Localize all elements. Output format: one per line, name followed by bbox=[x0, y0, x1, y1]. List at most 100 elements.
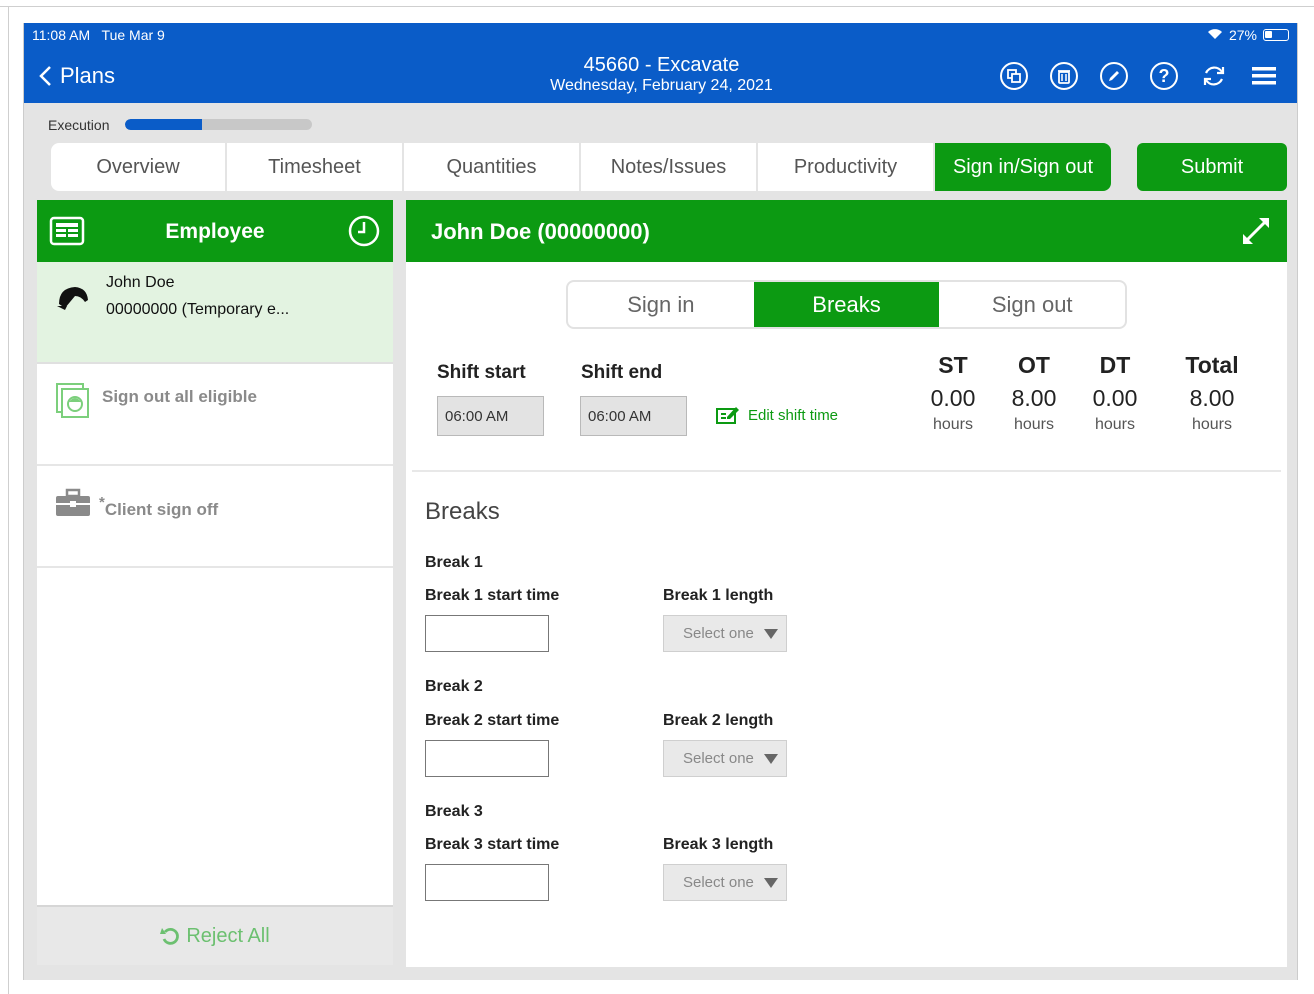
break-1-length-value: Select one bbox=[683, 625, 754, 642]
copy-icon[interactable] bbox=[999, 61, 1029, 91]
employee-panel-title: Employee bbox=[165, 220, 265, 243]
menu-icon[interactable] bbox=[1249, 61, 1279, 91]
stat-total-unit: hours bbox=[1191, 416, 1233, 433]
segment-sign-in[interactable]: Sign in bbox=[568, 282, 754, 327]
app-header: 11:08 AM Tue Mar 9 27% Plans 45660 - Exc… bbox=[24, 23, 1297, 103]
outer-border-left bbox=[8, 6, 9, 994]
break-1-heading: Break 1 bbox=[425, 554, 483, 571]
submit-button[interactable]: Submit bbox=[1137, 143, 1287, 191]
break-1-length-select[interactable]: Select one bbox=[663, 615, 787, 652]
app-frame: 11:08 AM Tue Mar 9 27% Plans 45660 - Exc… bbox=[23, 23, 1298, 980]
tab-overview[interactable]: Overview bbox=[51, 143, 227, 191]
battery-icon bbox=[1263, 29, 1289, 41]
stat-total: Total 8.00 hours bbox=[1172, 352, 1252, 434]
tab-quantities[interactable]: Quantities bbox=[404, 143, 581, 191]
status-time: 11:08 AM Tue Mar 9 bbox=[32, 27, 165, 43]
break-2-length-value: Select one bbox=[683, 750, 754, 767]
breaks-section-title: Breaks bbox=[425, 498, 500, 525]
help-icon[interactable]: ? bbox=[1149, 61, 1179, 91]
undo-icon bbox=[160, 927, 180, 945]
sign-mode-segmented-control: Sign in Breaks Sign out bbox=[566, 280, 1127, 329]
stat-ot-value: 8.00 bbox=[1011, 385, 1057, 411]
stat-ot-label: OT bbox=[1018, 352, 1050, 378]
status-indicators: 27% bbox=[1207, 27, 1289, 43]
employee-detail-header: John Doe (00000000) bbox=[406, 200, 1287, 262]
shift-start-field[interactable]: 06:00 AM bbox=[437, 396, 544, 436]
execution-progress-fill bbox=[125, 119, 202, 130]
execution-label: Execution bbox=[48, 117, 110, 133]
wifi-icon bbox=[1207, 27, 1223, 43]
employee-detail-title: John Doe (00000000) bbox=[431, 219, 650, 244]
break-3-length-value: Select one bbox=[683, 874, 754, 891]
break-2-heading: Break 2 bbox=[425, 678, 483, 695]
dropdown-arrow-icon bbox=[764, 877, 778, 888]
stat-ot-unit: hours bbox=[1013, 416, 1055, 433]
tab-timesheet[interactable]: Timesheet bbox=[227, 143, 404, 191]
dropdown-arrow-icon bbox=[764, 628, 778, 639]
hard-hat-icon bbox=[55, 282, 91, 317]
shift-end-field[interactable]: 06:00 AM bbox=[580, 396, 687, 436]
reject-all-label: Reject All bbox=[186, 924, 270, 947]
break-3-length-select[interactable]: Select one bbox=[663, 864, 787, 901]
edit-shift-time-label: Edit shift time bbox=[748, 406, 839, 424]
stat-st-unit: hours bbox=[932, 416, 974, 433]
employee-detail-panel: John Doe (00000000) Sign in Breaks Sign … bbox=[406, 200, 1287, 967]
expand-icon[interactable] bbox=[1239, 214, 1273, 253]
execution-progress-bar bbox=[125, 119, 312, 130]
sign-out-all-eligible-button[interactable]: Sign out all eligible bbox=[37, 364, 393, 466]
tab-productivity[interactable]: Productivity bbox=[758, 143, 935, 191]
client-sign-off-button[interactable]: *Client sign off bbox=[37, 466, 393, 568]
stat-dt-label: DT bbox=[1099, 352, 1131, 378]
briefcase-icon bbox=[55, 488, 91, 523]
stat-st-value: 0.00 bbox=[930, 385, 976, 411]
stat-total-value: 8.00 bbox=[1189, 385, 1235, 411]
sign-out-all-label: Sign out all eligible bbox=[102, 387, 257, 406]
break-1-length-label: Break 1 length bbox=[663, 587, 774, 604]
employee-panel-header: Employee bbox=[37, 200, 393, 262]
employee-panel: Employee John Doe 00000000 (Temporary e.… bbox=[37, 200, 393, 965]
refresh-icon[interactable] bbox=[1199, 61, 1229, 91]
edit-note-icon bbox=[716, 407, 739, 424]
reject-all-button[interactable]: Reject All bbox=[37, 905, 393, 965]
break-2-length-select[interactable]: Select one bbox=[663, 740, 787, 777]
stat-dt-unit: hours bbox=[1094, 416, 1136, 433]
break-1-start-label: Break 1 start time bbox=[425, 587, 560, 604]
segment-breaks[interactable]: Breaks bbox=[753, 282, 940, 327]
stat-total-label: Total bbox=[1185, 352, 1239, 378]
outer-border-top bbox=[0, 6, 1314, 7]
stat-st-label: ST bbox=[938, 352, 968, 378]
employee-name: John Doe bbox=[106, 274, 175, 291]
stat-ot: OT 8.00 hours bbox=[994, 352, 1074, 434]
break-3-length-label: Break 3 length bbox=[663, 836, 774, 853]
clock-icon[interactable] bbox=[347, 214, 381, 253]
required-asterisk: * bbox=[99, 494, 105, 511]
client-sign-off-label: Client sign off bbox=[104, 500, 219, 519]
break-1-start-input[interactable] bbox=[425, 615, 549, 652]
employee-id: 00000000 (Temporary e... bbox=[106, 301, 290, 318]
stat-dt-value: 0.00 bbox=[1092, 385, 1138, 411]
stat-st: ST 0.00 hours bbox=[913, 352, 993, 434]
status-clock: 11:08 AM bbox=[32, 27, 91, 43]
employee-list-item[interactable]: John Doe 00000000 (Temporary e... bbox=[37, 262, 393, 364]
main-tabs: Overview Timesheet Quantities Notes/Issu… bbox=[51, 143, 1111, 191]
segment-sign-out[interactable]: Sign out bbox=[939, 282, 1125, 327]
section-divider bbox=[412, 470, 1281, 472]
break-2-start-label: Break 2 start time bbox=[425, 712, 560, 729]
tab-sign-in-sign-out[interactable]: Sign in/Sign out bbox=[935, 143, 1111, 191]
group-sign-out-icon bbox=[55, 382, 93, 425]
tab-notes-issues[interactable]: Notes/Issues bbox=[581, 143, 758, 191]
break-2-start-input[interactable] bbox=[425, 740, 549, 777]
edit-icon[interactable] bbox=[1099, 61, 1129, 91]
break-3-start-label: Break 3 start time bbox=[425, 836, 560, 853]
edit-shift-time-button[interactable]: Edit shift time bbox=[716, 405, 838, 425]
stat-dt: DT 0.00 hours bbox=[1075, 352, 1155, 434]
shift-end-label: Shift end bbox=[581, 362, 663, 383]
break-2-length-label: Break 2 length bbox=[663, 712, 774, 729]
break-3-start-input[interactable] bbox=[425, 864, 549, 901]
dropdown-arrow-icon bbox=[764, 753, 778, 764]
status-date: Tue Mar 9 bbox=[101, 27, 165, 43]
header-toolbar: ? bbox=[999, 61, 1279, 91]
battery-percent: 27% bbox=[1228, 27, 1257, 43]
break-3-heading: Break 3 bbox=[425, 803, 483, 820]
delete-icon[interactable] bbox=[1049, 61, 1079, 91]
